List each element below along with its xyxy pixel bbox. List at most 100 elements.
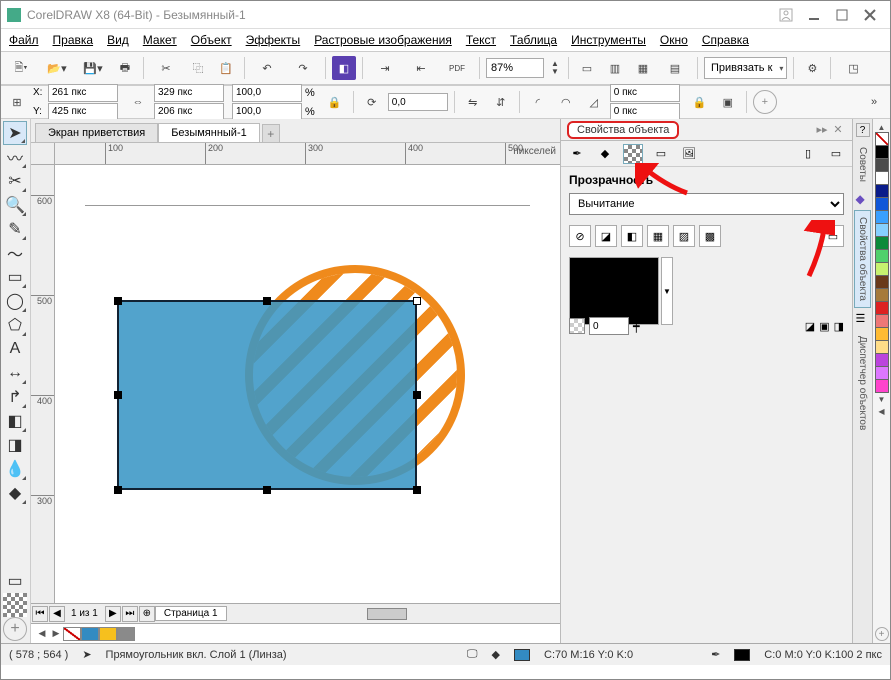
status-fill-icon[interactable]: ◆ <box>492 648 500 661</box>
launch-button[interactable]: ◳ <box>837 56 869 80</box>
palette-color[interactable] <box>875 366 889 380</box>
last-page[interactable]: ⏭ <box>122 606 138 622</box>
interactive-fill-tool[interactable]: ◆ <box>3 481 27 505</box>
swatch[interactable] <box>81 627 99 641</box>
palette-color[interactable] <box>875 314 889 328</box>
apply-fill[interactable]: ◪ <box>805 320 815 333</box>
corner-chamfer[interactable]: ◿ <box>582 90 606 114</box>
menu-layout[interactable]: Макет <box>143 33 177 47</box>
docker-tab-properties[interactable]: Свойства объекта <box>854 210 871 308</box>
fullscreen-preview[interactable]: ▭ <box>575 56 599 80</box>
mirror-h[interactable]: ⇋ <box>461 90 485 114</box>
palette-color[interactable] <box>875 288 889 302</box>
selection-handle[interactable] <box>413 486 421 494</box>
search-content-button[interactable]: ◧ <box>332 56 356 80</box>
opacity-slider[interactable]: ┿ <box>633 320 640 333</box>
height-input[interactable] <box>154 103 224 121</box>
snap-to-dropdown[interactable]: Привязать к <box>704 57 787 79</box>
h-scrollbar[interactable] <box>247 608 540 620</box>
user-icon[interactable] <box>772 6 800 24</box>
undo-button[interactable]: ↶ <box>251 56 283 80</box>
bitmap-tab-icon[interactable]: 🖼 <box>679 144 699 164</box>
rotation-input[interactable] <box>388 93 448 111</box>
ruler-horizontal[interactable]: 100 200 300 400 500 пикселей <box>55 143 560 165</box>
palette-color[interactable] <box>875 379 889 393</box>
selection-handle[interactable] <box>114 391 122 399</box>
palette-color[interactable] <box>875 197 889 211</box>
transp-bitmap[interactable]: ▩ <box>699 225 721 247</box>
selection-handle[interactable] <box>263 486 271 494</box>
relative-corner[interactable]: ▣ <box>716 90 740 114</box>
width-input[interactable] <box>154 84 224 102</box>
first-page[interactable]: ⏮ <box>32 606 48 622</box>
freehand-tool[interactable]: ✎ <box>3 217 27 241</box>
palette-color[interactable] <box>875 327 889 341</box>
rectangle-tool[interactable]: ▭ <box>3 265 27 289</box>
save-button[interactable]: 💾▾ <box>77 56 109 80</box>
docker-view1[interactable]: ▯ <box>798 144 818 164</box>
outline-tab-icon[interactable]: ✒ <box>567 144 587 164</box>
tab-welcome[interactable]: Экран приветствия <box>35 123 158 142</box>
redo-button[interactable]: ↷ <box>287 56 319 80</box>
palette-next[interactable]: ▶ <box>49 627 63 641</box>
ruler-vertical[interactable]: 600 500 400 300 <box>31 165 55 603</box>
palette-color[interactable] <box>875 236 889 250</box>
close-button[interactable] <box>856 6 884 24</box>
transparency-tab-icon[interactable] <box>623 144 643 164</box>
merge-mode-dropdown[interactable]: Вычитание <box>569 193 844 215</box>
selection-handle[interactable] <box>413 297 421 305</box>
corner-2[interactable] <box>610 103 680 121</box>
menu-effects[interactable]: Эффекты <box>246 33 301 47</box>
pdf-button[interactable]: PDF <box>441 56 473 80</box>
toolbox-expand[interactable]: + <box>3 617 27 641</box>
crop-tool[interactable]: ✂ <box>3 169 27 193</box>
palette-color[interactable] <box>875 262 889 276</box>
palette-color[interactable] <box>875 184 889 198</box>
docker-close[interactable]: ✕ <box>830 122 846 138</box>
status-proof-icon[interactable]: 🖵 <box>467 648 478 661</box>
docker-collapse[interactable]: ▸▸ <box>814 122 830 138</box>
menu-edit[interactable]: Правка <box>53 33 94 47</box>
pick-tool[interactable]: ➤ <box>3 121 27 145</box>
paste-button[interactable]: 📋 <box>214 56 238 80</box>
palette-color[interactable] <box>875 145 889 159</box>
palette-color[interactable] <box>875 275 889 289</box>
page-tab[interactable]: Страница 1 <box>155 606 227 621</box>
transparency-tool[interactable]: ◨ <box>3 433 27 457</box>
zoom-tool[interactable]: 🔍 <box>3 193 27 217</box>
x-input[interactable] <box>48 84 118 102</box>
artistic-media-tool[interactable]: 〜 <box>3 241 27 265</box>
eyedropper-tool[interactable]: 💧 <box>3 457 27 481</box>
canvas-area[interactable]: 100 200 300 400 500 пикселей 600 500 400… <box>31 143 560 603</box>
import-button[interactable]: ⇥ <box>369 56 401 80</box>
selection-handle[interactable] <box>114 297 122 305</box>
export-button[interactable]: ⇤ <box>405 56 437 80</box>
open-button[interactable]: 📂▾ <box>41 56 73 80</box>
menu-bitmaps[interactable]: Растровые изображения <box>314 33 452 47</box>
docker-tab-hints[interactable]: Советы <box>855 141 870 188</box>
palette-color[interactable] <box>875 249 889 263</box>
cut-button[interactable]: ✂ <box>150 56 182 80</box>
palette-color[interactable] <box>875 158 889 172</box>
new-tab-button[interactable]: + <box>262 124 280 142</box>
swatch-none[interactable] <box>63 627 81 641</box>
preview-dropdown[interactable]: ▼ <box>661 257 673 325</box>
dropshadow-tool[interactable]: ◧ <box>3 409 27 433</box>
drawing-page[interactable] <box>55 165 560 603</box>
corner-round[interactable]: ◜ <box>526 90 550 114</box>
connector-tool[interactable]: ↱ <box>3 385 27 409</box>
palette-down[interactable]: ▼ <box>875 393 889 405</box>
transp-uniform[interactable]: ◪ <box>595 225 617 247</box>
palette-prev[interactable]: ◀ <box>35 627 49 641</box>
add-preset[interactable]: + <box>753 90 777 114</box>
ellipse-tool[interactable]: ◯ <box>3 289 27 313</box>
status-outline-icon[interactable]: ✒ <box>711 648 720 661</box>
status-outline-swatch[interactable] <box>734 649 750 661</box>
frame-tab-icon[interactable]: ▭ <box>651 144 671 164</box>
palette-expand[interactable]: ◀ <box>875 405 889 417</box>
zoom-stepper[interactable]: ▲▼ <box>548 56 562 80</box>
palette-color[interactable] <box>875 210 889 224</box>
prev-page[interactable]: ◀ <box>49 606 65 622</box>
minimize-button[interactable] <box>800 6 828 24</box>
copy-button[interactable]: ⿻ <box>186 56 210 80</box>
